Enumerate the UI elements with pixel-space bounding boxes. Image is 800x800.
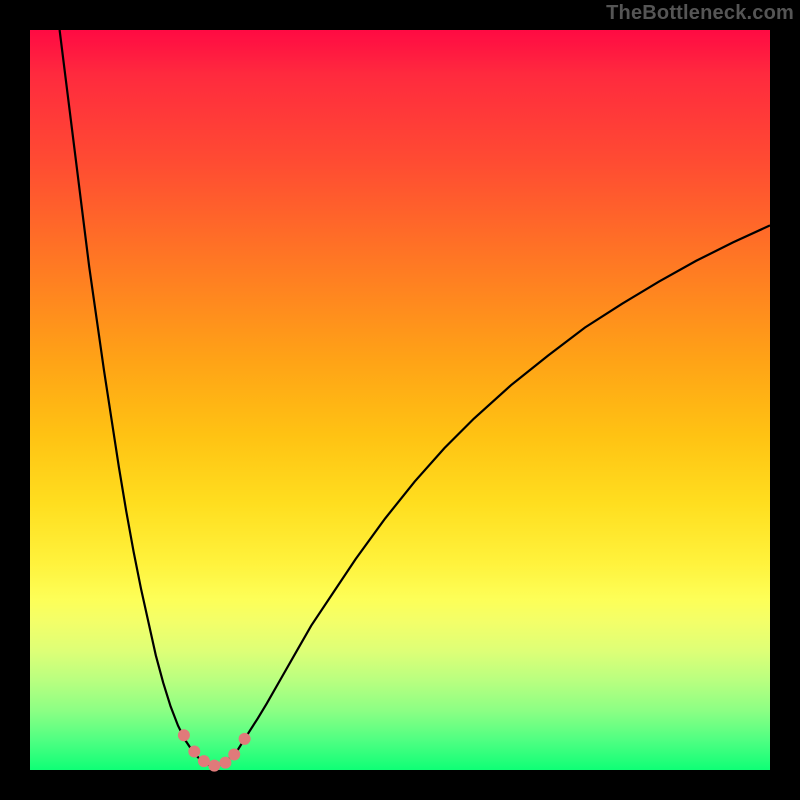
curve-marker [208,760,220,772]
curve-marker [219,757,231,769]
marker-group [178,729,251,771]
chart-wrapper: TheBottleneck.com [0,0,800,800]
curve-marker [178,729,190,741]
plot-area [30,30,770,770]
curve-marker [188,746,200,758]
curve-marker [228,749,240,761]
bottleneck-curve [60,30,770,766]
watermark-text: TheBottleneck.com [606,2,794,25]
curve-svg [30,30,770,770]
curve-marker [239,733,251,745]
curve-marker [198,755,210,767]
